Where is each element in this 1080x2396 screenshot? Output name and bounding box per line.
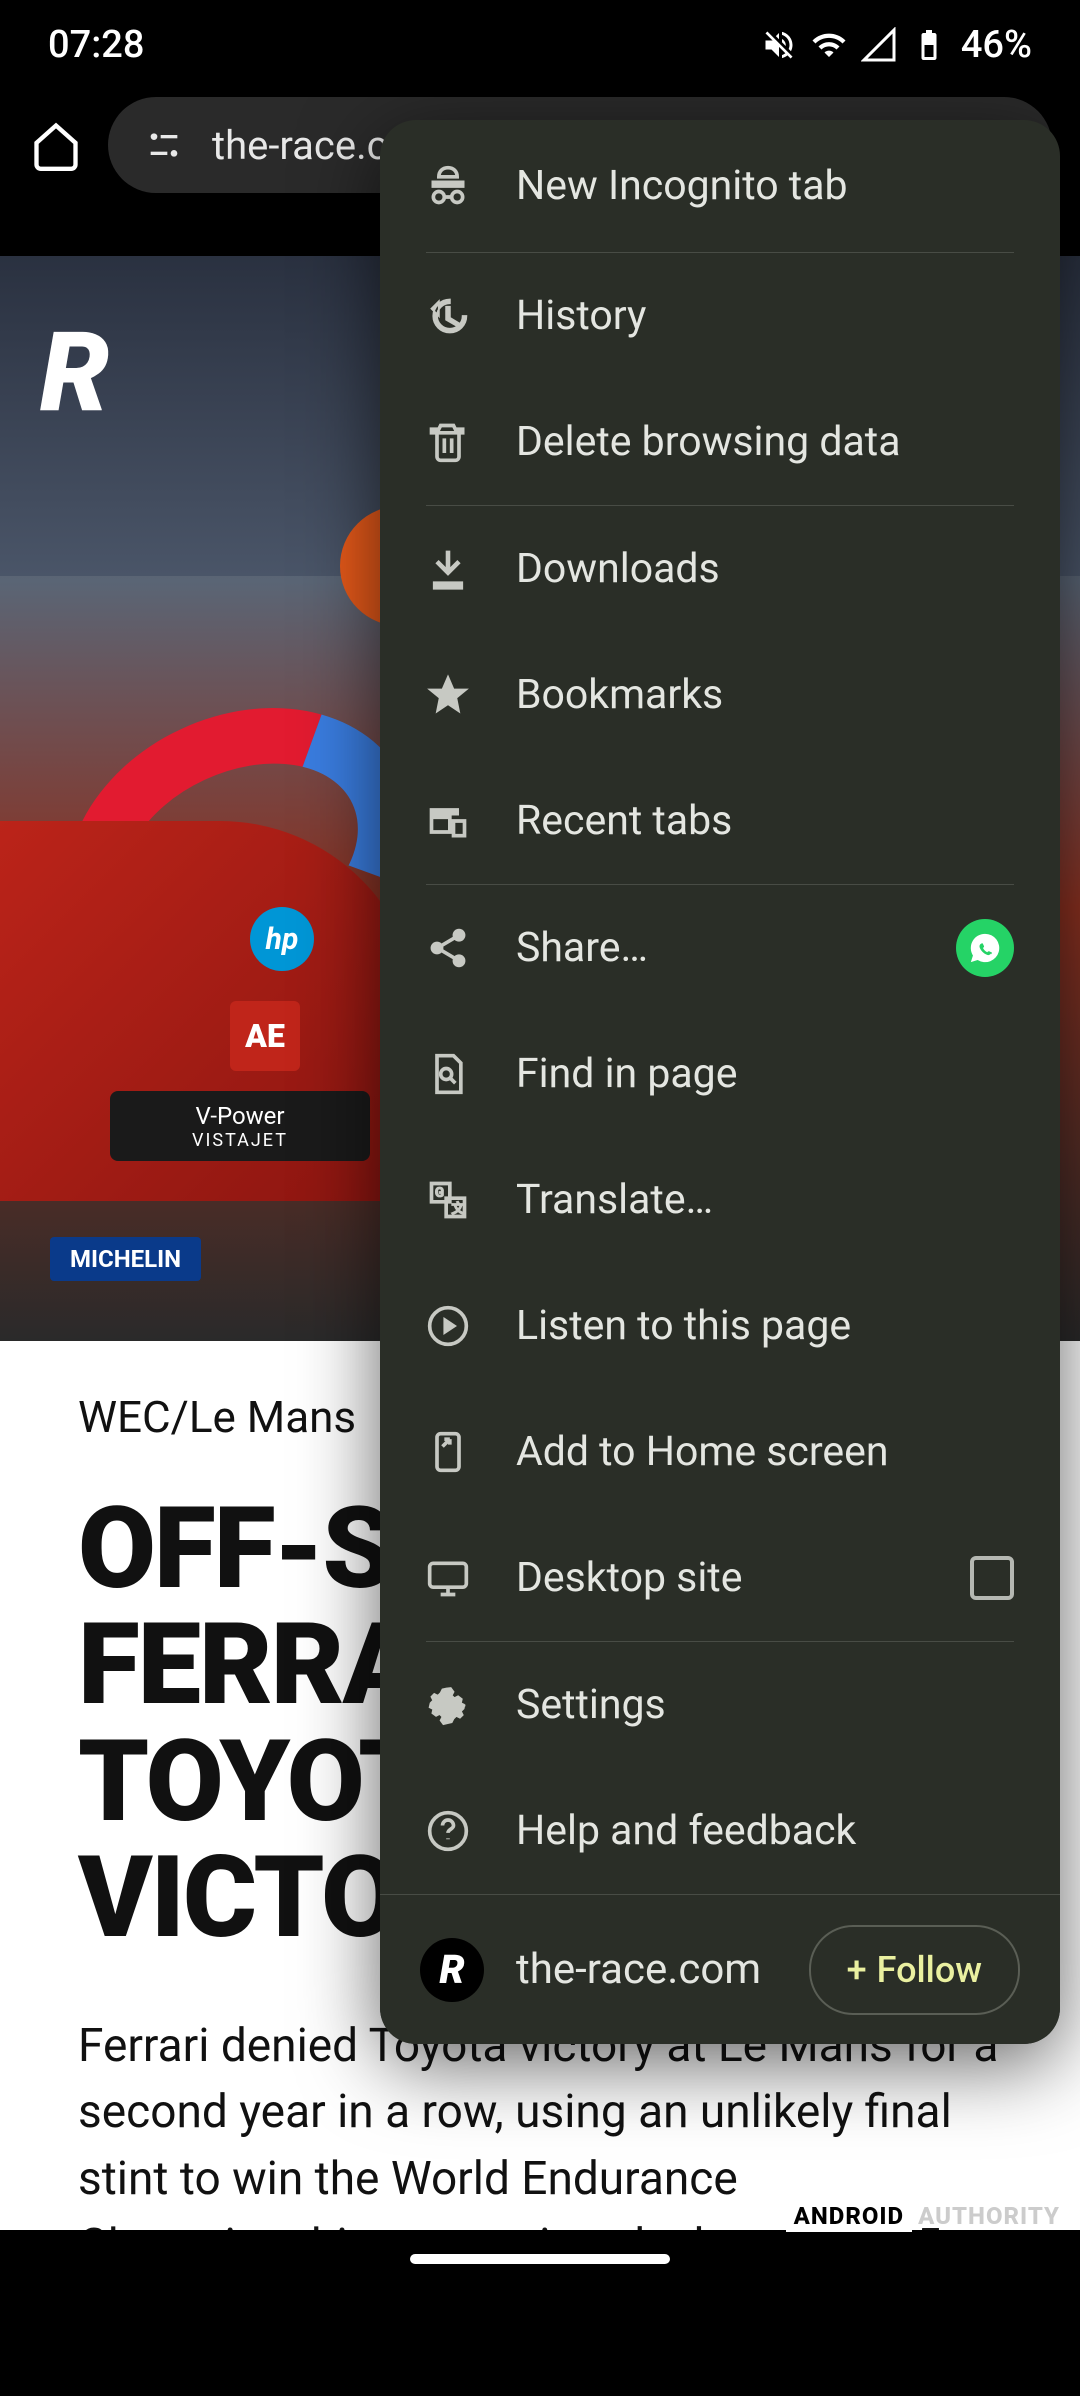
- nav-bar: ANDROIDAUTHORITY: [0, 2230, 1080, 2340]
- site-settings-icon: [144, 125, 184, 165]
- sponsor-strip: V-Power VISTAJET: [110, 1091, 370, 1161]
- menu-find-in-page[interactable]: Find in page: [380, 1011, 1060, 1137]
- menu-label: History: [516, 292, 646, 340]
- find-icon: [426, 1052, 470, 1096]
- menu-label: Recent tabs: [516, 797, 732, 845]
- desktop-icon: [426, 1556, 470, 1600]
- status-time: 07:28: [48, 23, 144, 67]
- menu-label: New Incognito tab: [516, 162, 848, 210]
- menu-label: Share…: [516, 924, 648, 972]
- star-icon: [426, 673, 470, 717]
- menu-label: Desktop site: [516, 1554, 742, 1602]
- play-circle-icon: [426, 1304, 470, 1348]
- menu-listen[interactable]: Listen to this page: [380, 1263, 1060, 1389]
- menu-desktop-site[interactable]: Desktop site: [380, 1515, 1060, 1641]
- svg-text:文: 文: [452, 1202, 465, 1217]
- menu-help[interactable]: Help and feedback: [380, 1768, 1060, 1894]
- incognito-icon: [426, 164, 470, 208]
- share-icon: [426, 926, 470, 970]
- menu-label: Add to Home screen: [516, 1428, 888, 1476]
- help-icon: [426, 1809, 470, 1853]
- menu-add-home[interactable]: Add to Home screen: [380, 1389, 1060, 1515]
- history-icon: [426, 294, 470, 338]
- site-favicon: R: [420, 1938, 484, 2002]
- nav-pill[interactable]: [410, 2254, 670, 2264]
- add-home-icon: [426, 1430, 470, 1474]
- menu-history[interactable]: History: [380, 253, 1060, 379]
- chrome-menu: New Incognito tab History Delete browsin…: [380, 120, 1060, 2044]
- menu-footer: R the-race.com + Follow: [380, 1894, 1060, 2044]
- home-button[interactable]: [28, 117, 84, 173]
- svg-text:G: G: [435, 1185, 444, 1200]
- whatsapp-icon: [956, 919, 1014, 977]
- follow-button[interactable]: + Follow: [809, 1925, 1020, 2015]
- desktop-checkbox[interactable]: [970, 1556, 1014, 1600]
- michelin-badge: MICHELIN: [50, 1237, 201, 1281]
- menu-bookmarks[interactable]: Bookmarks: [380, 632, 1060, 758]
- menu-translate[interactable]: G文 Translate…: [380, 1137, 1060, 1263]
- menu-downloads[interactable]: Downloads: [380, 506, 1060, 632]
- plus-icon: +: [847, 1949, 867, 1991]
- trash-icon: [426, 420, 470, 464]
- menu-label: Translate…: [516, 1176, 713, 1224]
- menu-label: Delete browsing data: [516, 418, 901, 466]
- home-icon: [30, 119, 82, 171]
- menu-label: Settings: [516, 1681, 666, 1729]
- watermark: ANDROIDAUTHORITY: [786, 2202, 1066, 2230]
- status-icons: 46%: [761, 23, 1032, 67]
- menu-new-incognito[interactable]: New Incognito tab: [380, 120, 1060, 252]
- url-text: the-race.c: [212, 122, 388, 169]
- menu-delete-data[interactable]: Delete browsing data: [380, 379, 1060, 505]
- menu-label: Downloads: [516, 545, 720, 593]
- status-bar: 07:28 46%: [0, 0, 1080, 90]
- menu-label: Listen to this page: [516, 1302, 851, 1350]
- menu-settings[interactable]: Settings: [380, 1642, 1060, 1768]
- devices-icon: [426, 799, 470, 843]
- translate-icon: G文: [426, 1178, 470, 1222]
- battery-percent: 46%: [961, 23, 1032, 67]
- hp-badge: hp: [250, 907, 314, 971]
- mute-icon: [761, 27, 797, 63]
- menu-recent-tabs[interactable]: Recent tabs: [380, 758, 1060, 884]
- download-icon: [426, 547, 470, 591]
- menu-label: Find in page: [516, 1050, 737, 1098]
- menu-label: Bookmarks: [516, 671, 723, 719]
- follow-label: Follow: [877, 1949, 982, 1991]
- gear-icon: [426, 1683, 470, 1727]
- cell-signal-icon: [861, 27, 897, 63]
- site-name[interactable]: the-race.com: [516, 1945, 777, 1994]
- site-logo: R: [40, 308, 150, 418]
- ae-badge: AE: [230, 1001, 300, 1071]
- battery-icon: [911, 27, 947, 63]
- wifi-icon: [811, 27, 847, 63]
- menu-share[interactable]: Share…: [380, 885, 1060, 1011]
- menu-label: Help and feedback: [516, 1807, 856, 1855]
